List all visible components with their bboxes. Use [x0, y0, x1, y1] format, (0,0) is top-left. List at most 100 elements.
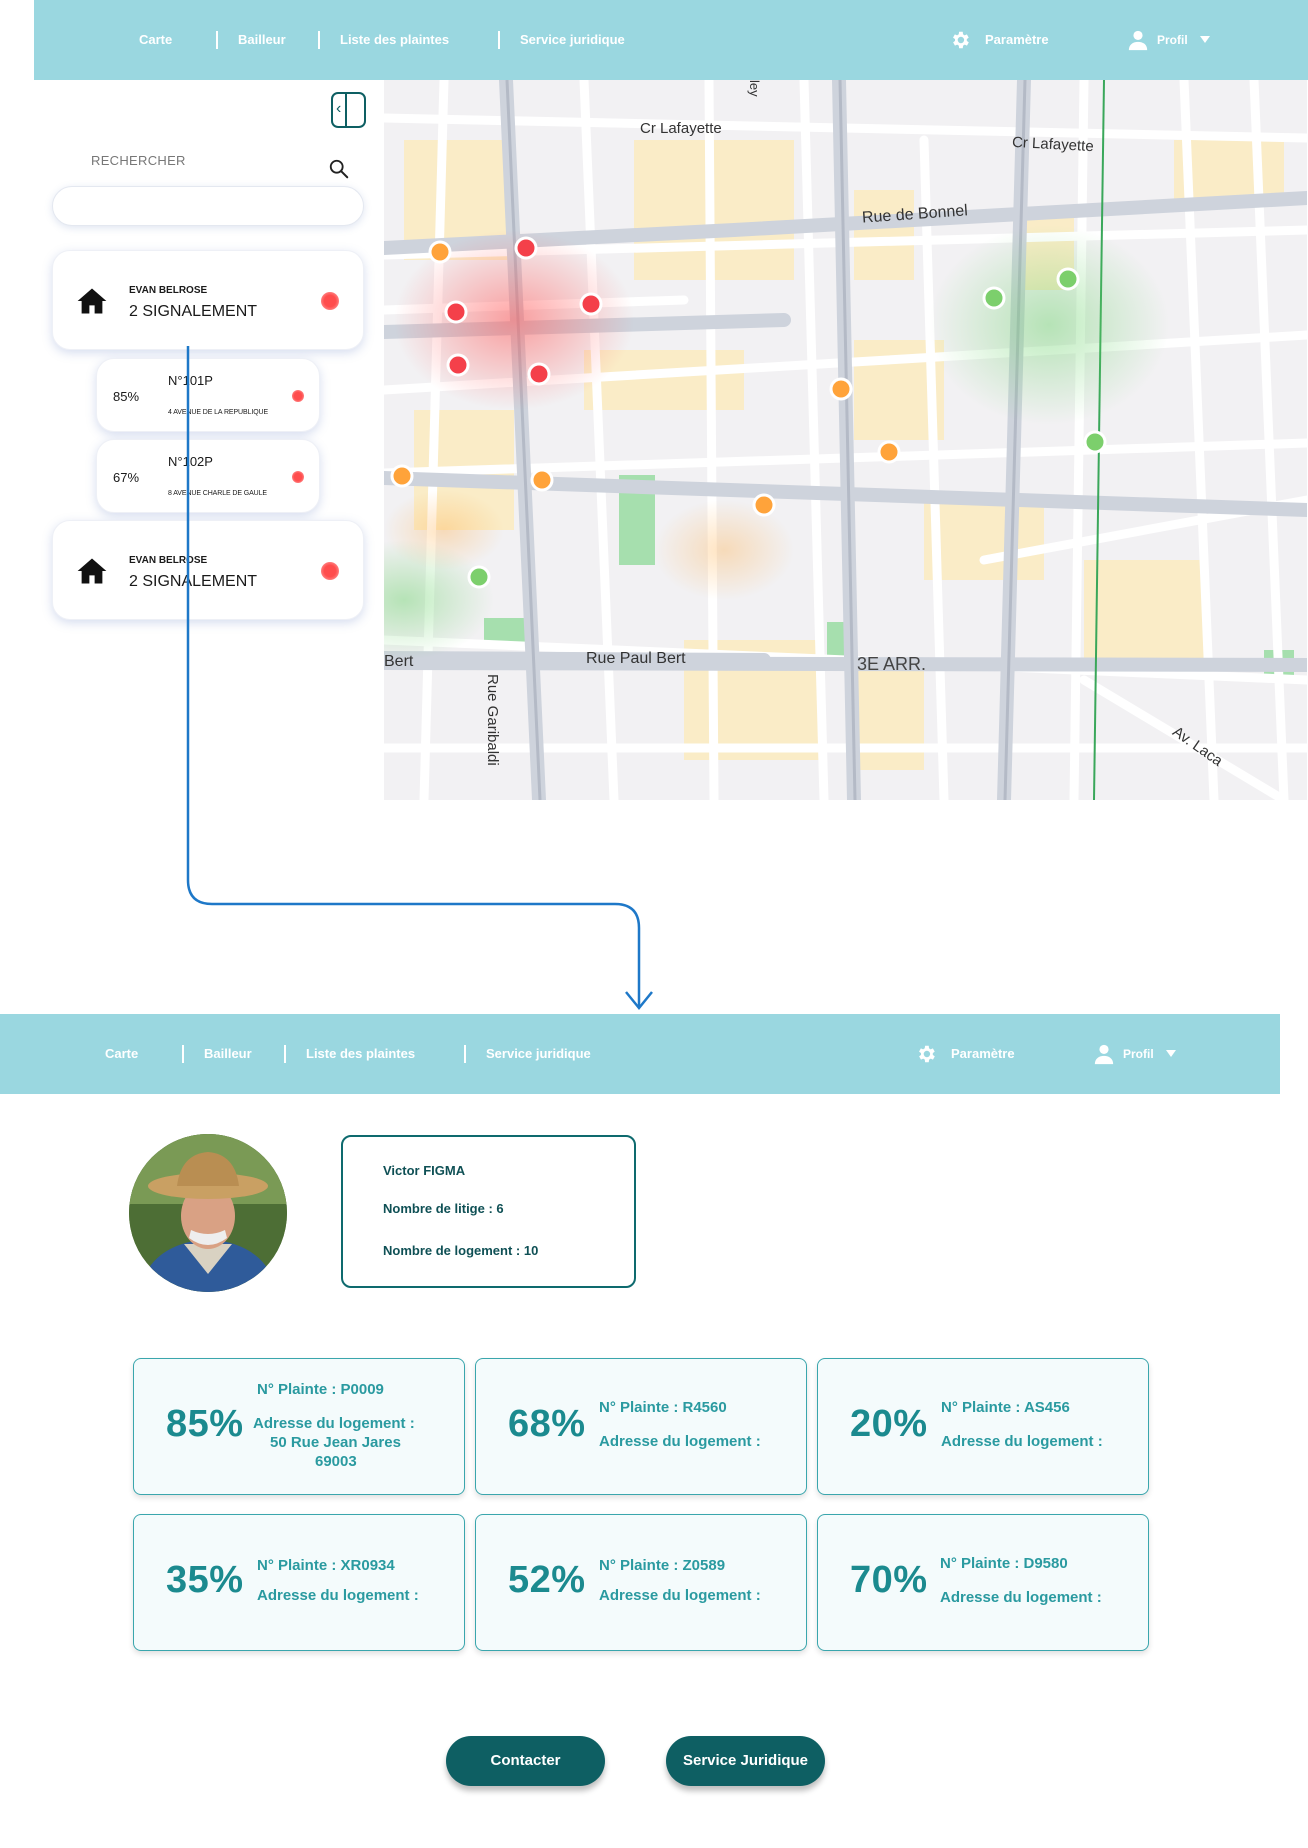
complaint-card[interactable]: 85% N° Plainte : P0009 Adresse du logeme…: [133, 1358, 465, 1495]
map-label-street: Bert: [384, 653, 414, 670]
map-marker-red: [527, 362, 551, 386]
nav-carte[interactable]: Carte: [139, 0, 172, 80]
nav-service-juridique[interactable]: Service juridique: [520, 0, 625, 80]
map-marker-green: [1056, 267, 1080, 291]
complaint-percentage: 85%: [166, 1403, 244, 1445]
nav-parametre[interactable]: Paramètre: [951, 1014, 1015, 1094]
map-marker-red: [446, 353, 470, 377]
complaint-address-label: Adresse du logement :: [941, 1433, 1103, 1450]
complaint-card[interactable]: 20% N° Plainte : AS456 Adresse du logeme…: [817, 1358, 1149, 1495]
user-icon[interactable]: [1127, 29, 1149, 51]
chevron-left-icon: ‹: [336, 100, 342, 117]
search-input[interactable]: [52, 186, 364, 226]
complaint-number: N° Plainte : D9580: [940, 1555, 1068, 1572]
status-dot: [321, 562, 339, 580]
nav-separator: [216, 31, 218, 49]
map-marker-orange: [877, 440, 901, 464]
complaint-number: N° Plainte : AS456: [941, 1399, 1070, 1416]
contact-button[interactable]: Contacter: [446, 1736, 605, 1786]
map-marker-red: [514, 236, 538, 260]
map-label-street: ley: [747, 80, 762, 97]
search-icon[interactable]: [328, 158, 350, 180]
complaint-address-label: Adresse du logement :: [599, 1587, 761, 1604]
nav-bailleur[interactable]: Bailleur: [238, 0, 286, 80]
report-address: 8 AVENUE CHARLE DE GAULE: [168, 490, 268, 497]
complaint-address-label: Adresse du logement :: [257, 1587, 419, 1604]
complaint-card[interactable]: 52% N° Plainte : Z0589 Adresse du logeme…: [475, 1514, 807, 1651]
map-marker-orange: [428, 240, 452, 264]
report-address: 4 AVENUE DE LA REPUBLIQUE: [168, 409, 269, 416]
nav-separator: [498, 31, 500, 49]
map-marker-red: [579, 292, 603, 316]
nav-service-juridique[interactable]: Service juridique: [486, 1014, 591, 1094]
avatar-photo: [129, 1134, 287, 1292]
service-juridique-button[interactable]: Service Juridique: [666, 1736, 825, 1786]
owner-card[interactable]: EVAN BELROSE 2 SIGNALEMENT: [52, 250, 364, 350]
report-card[interactable]: 85% N°101P 4 AVENUE DE LA REPUBLIQUE: [96, 358, 320, 432]
complaint-address-label: Adresse du logement :: [940, 1589, 1102, 1606]
complaint-card[interactable]: 68% N° Plainte : R4560 Adresse du logeme…: [475, 1358, 807, 1495]
map-marker-orange: [530, 468, 554, 492]
map-marker-orange: [752, 493, 776, 517]
search-label: RECHERCHER: [91, 153, 186, 168]
map-label-district: 3E ARR.: [857, 654, 927, 674]
status-dot: [292, 471, 304, 483]
user-icon[interactable]: [1093, 1043, 1115, 1065]
report-number: N°101P: [168, 373, 213, 388]
nav-separator: [318, 31, 320, 49]
complaint-percentage: 70%: [850, 1559, 928, 1601]
complaint-address: 50 Rue Jean Jares: [270, 1434, 401, 1451]
litige-count: Nombre de litige : 6: [383, 1201, 504, 1216]
home-icon: [77, 288, 107, 314]
complaint-card[interactable]: 70% N° Plainte : D9580 Adresse du logeme…: [817, 1514, 1149, 1651]
owner-report-count: 2 SIGNALEMENT: [129, 573, 258, 590]
complaint-number: N° Plainte : R4560: [599, 1399, 727, 1416]
complaint-address-label: Adresse du logement :: [253, 1415, 415, 1432]
nav-separator: [464, 1045, 466, 1063]
report-percentage: 67%: [113, 470, 140, 485]
chevron-down-icon[interactable]: [1200, 36, 1210, 43]
owner-card[interactable]: EVAN BELROSE 2 SIGNALEMENT: [52, 520, 364, 620]
map-marker-green: [982, 286, 1006, 310]
nav-profil[interactable]: Profil: [1157, 0, 1188, 80]
report-number: N°102P: [168, 454, 213, 469]
owner-name: EVAN BELROSE: [129, 555, 208, 566]
status-dot: [321, 292, 339, 310]
complaint-card[interactable]: 35% N° Plainte : XR0934 Adresse du logem…: [133, 1514, 465, 1651]
nav-liste-plaintes[interactable]: Liste des plaintes: [306, 1014, 415, 1094]
map-marker-green: [1083, 430, 1107, 454]
owner-report-count: 2 SIGNALEMENT: [129, 303, 258, 320]
gear-icon[interactable]: [915, 1043, 937, 1065]
owner-name: Victor FIGMA: [383, 1163, 466, 1178]
top-navbar: Carte Bailleur Liste des plaintes Servic…: [0, 1014, 1280, 1094]
map-label-street: Rue Paul Bert: [586, 650, 686, 667]
owner-info-box: Victor FIGMA Nombre de litige : 6 Nombre…: [341, 1135, 636, 1288]
map-marker-orange: [829, 377, 853, 401]
complaint-number: N° Plainte : Z0589: [599, 1557, 726, 1574]
collapse-sidebar-button[interactable]: ‹: [331, 92, 366, 128]
map-marker-orange: [390, 464, 414, 488]
avatar: [129, 1134, 287, 1292]
map-view[interactable]: Cr Lafayette Cr Lafayette Rue de Bonnel …: [384, 80, 1307, 800]
panel-divider-icon: [345, 94, 347, 126]
report-card[interactable]: 67% N°102P 8 AVENUE CHARLE DE GAULE: [96, 439, 320, 513]
report-percentage: 85%: [113, 389, 140, 404]
owner-name: EVAN BELROSE: [129, 285, 208, 296]
complaint-address-label: Adresse du logement :: [599, 1433, 761, 1450]
nav-carte[interactable]: Carte: [105, 1014, 138, 1094]
nav-profil[interactable]: Profil: [1123, 1014, 1154, 1094]
complaint-number: N° Plainte : XR0934: [257, 1557, 395, 1574]
map-canvas: [384, 80, 1307, 800]
complaint-number: N° Plainte : P0009: [257, 1381, 384, 1398]
top-navbar: Carte Bailleur Liste des plaintes Servic…: [34, 0, 1308, 80]
gear-icon[interactable]: [949, 29, 971, 51]
nav-parametre[interactable]: Paramètre: [985, 0, 1049, 80]
nav-bailleur[interactable]: Bailleur: [204, 1014, 252, 1094]
map-label-street: Cr Lafayette: [640, 120, 722, 137]
nav-separator: [182, 1045, 184, 1063]
status-dot: [292, 390, 304, 402]
map-marker-green: [467, 565, 491, 589]
nav-liste-plaintes[interactable]: Liste des plaintes: [340, 0, 449, 80]
complaint-percentage: 68%: [508, 1403, 586, 1445]
chevron-down-icon[interactable]: [1166, 1050, 1176, 1057]
